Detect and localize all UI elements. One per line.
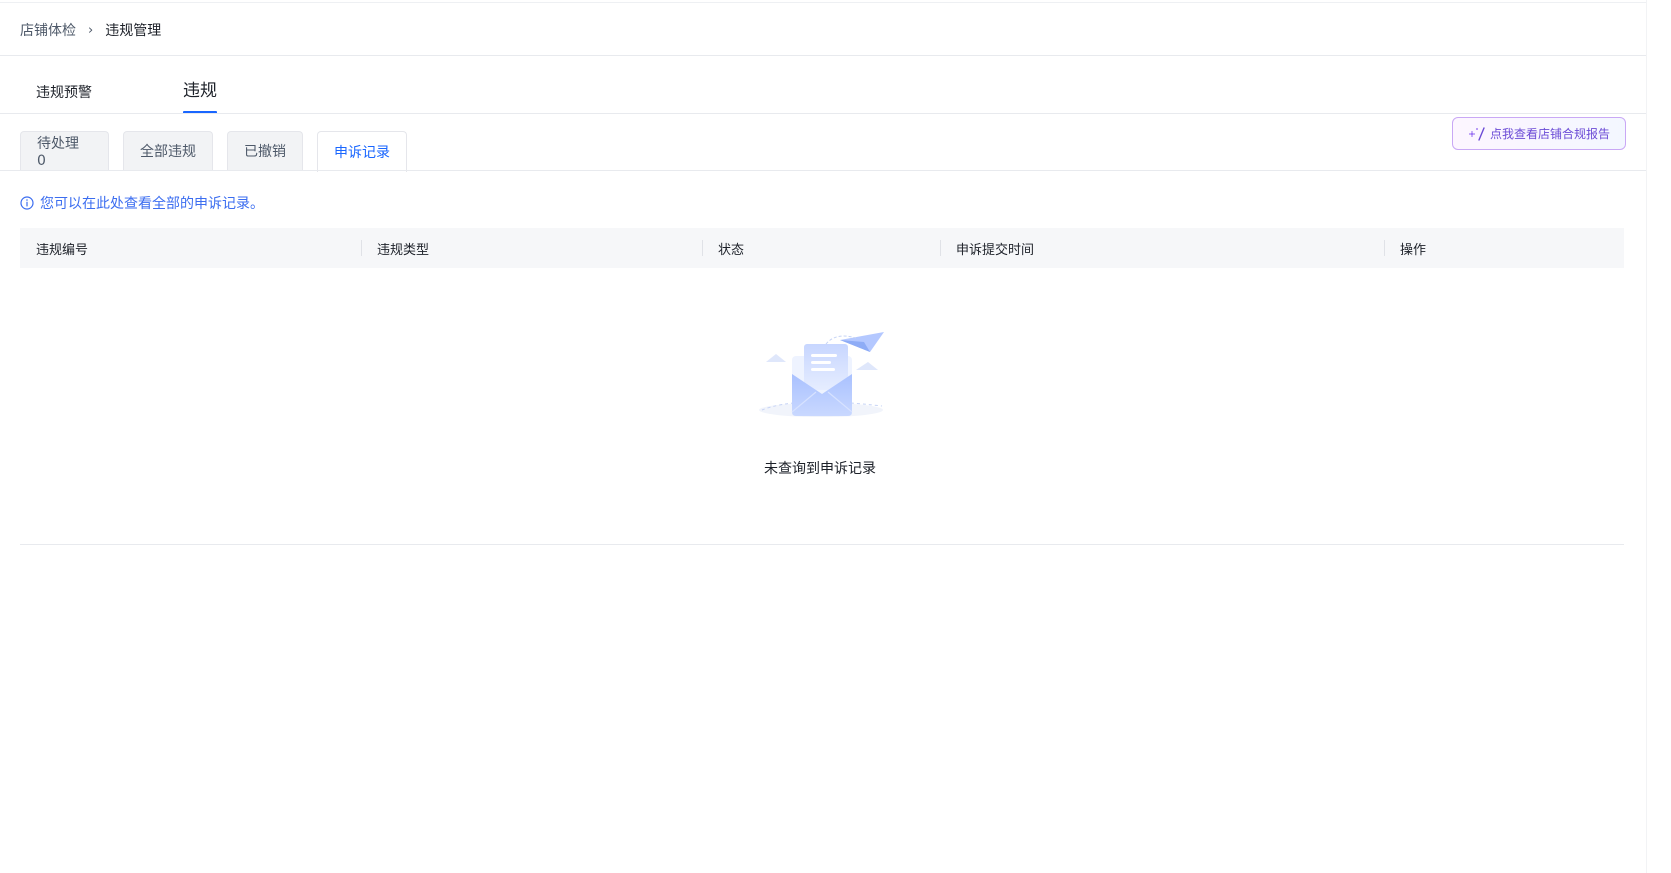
report-button-label: 点我查看店铺合规报告 — [1489, 127, 1610, 141]
sub-tabs-divider — [0, 170, 1646, 171]
info-tip: 您可以在此处查看全部的申诉记录。 — [20, 193, 264, 213]
chevron-right-icon: › — [88, 22, 94, 38]
subtab-revoked[interactable]: 已撤销 — [227, 131, 303, 170]
app-root: 店铺体检 › 违规管理 违规预警 违规 待处理 0 全部违规 已撤销 申诉记录 — [0, 0, 1671, 873]
subtab-pending[interactable]: 待处理 0 — [20, 131, 109, 170]
tip-text: 您可以在此处查看全部的申诉记录。 — [40, 196, 264, 212]
tab-label: 违规预警 — [36, 85, 92, 101]
column-header-status: 状态 — [718, 242, 745, 258]
table-bottom-border — [20, 544, 1624, 545]
info-icon — [20, 196, 34, 210]
subtab-label: 已撤销 — [244, 144, 286, 160]
subtab-label: 全部违规 — [140, 144, 196, 160]
top-divider — [0, 2, 1646, 3]
column-header-actions: 操作 — [1400, 242, 1427, 258]
breadcrumb-divider — [0, 55, 1646, 56]
subtab-appeal-records[interactable]: 申诉记录 — [317, 131, 407, 172]
column-header-violation-type: 违规类型 — [377, 242, 430, 258]
column-header-submit-time: 申诉提交时间 — [956, 242, 1035, 258]
compliance-report-button[interactable]: 点我查看店铺合规报告 — [1452, 117, 1626, 150]
subtab-label: 待处理 0 — [37, 136, 79, 169]
breadcrumb-current: 违规管理 — [105, 23, 162, 39]
subtab-all-violations[interactable]: 全部违规 — [123, 131, 213, 170]
page-scrollbar[interactable] — [1646, 0, 1671, 873]
breadcrumb: 店铺体检 › 违规管理 — [20, 20, 161, 40]
main-tabs: 违规预警 违规 — [0, 76, 1646, 114]
tab-label: 违规 — [183, 81, 217, 101]
column-header-violation-id: 违规编号 — [36, 242, 89, 258]
empty-state-text: 未查询到申诉记录 — [764, 461, 876, 477]
tab-violation-warning[interactable]: 违规预警 — [36, 82, 92, 120]
empty-envelope-icon — [759, 332, 884, 417]
sparkle-icon — [1468, 126, 1485, 141]
table-header: 违规编号 违规类型 状态 申诉提交时间 操作 — [20, 228, 1624, 268]
breadcrumb-parent-link[interactable]: 店铺体检 — [20, 20, 76, 40]
tab-violation[interactable]: 违规 — [183, 76, 217, 114]
main-tabs-divider — [0, 113, 1646, 114]
subtab-label: 申诉记录 — [334, 145, 390, 161]
